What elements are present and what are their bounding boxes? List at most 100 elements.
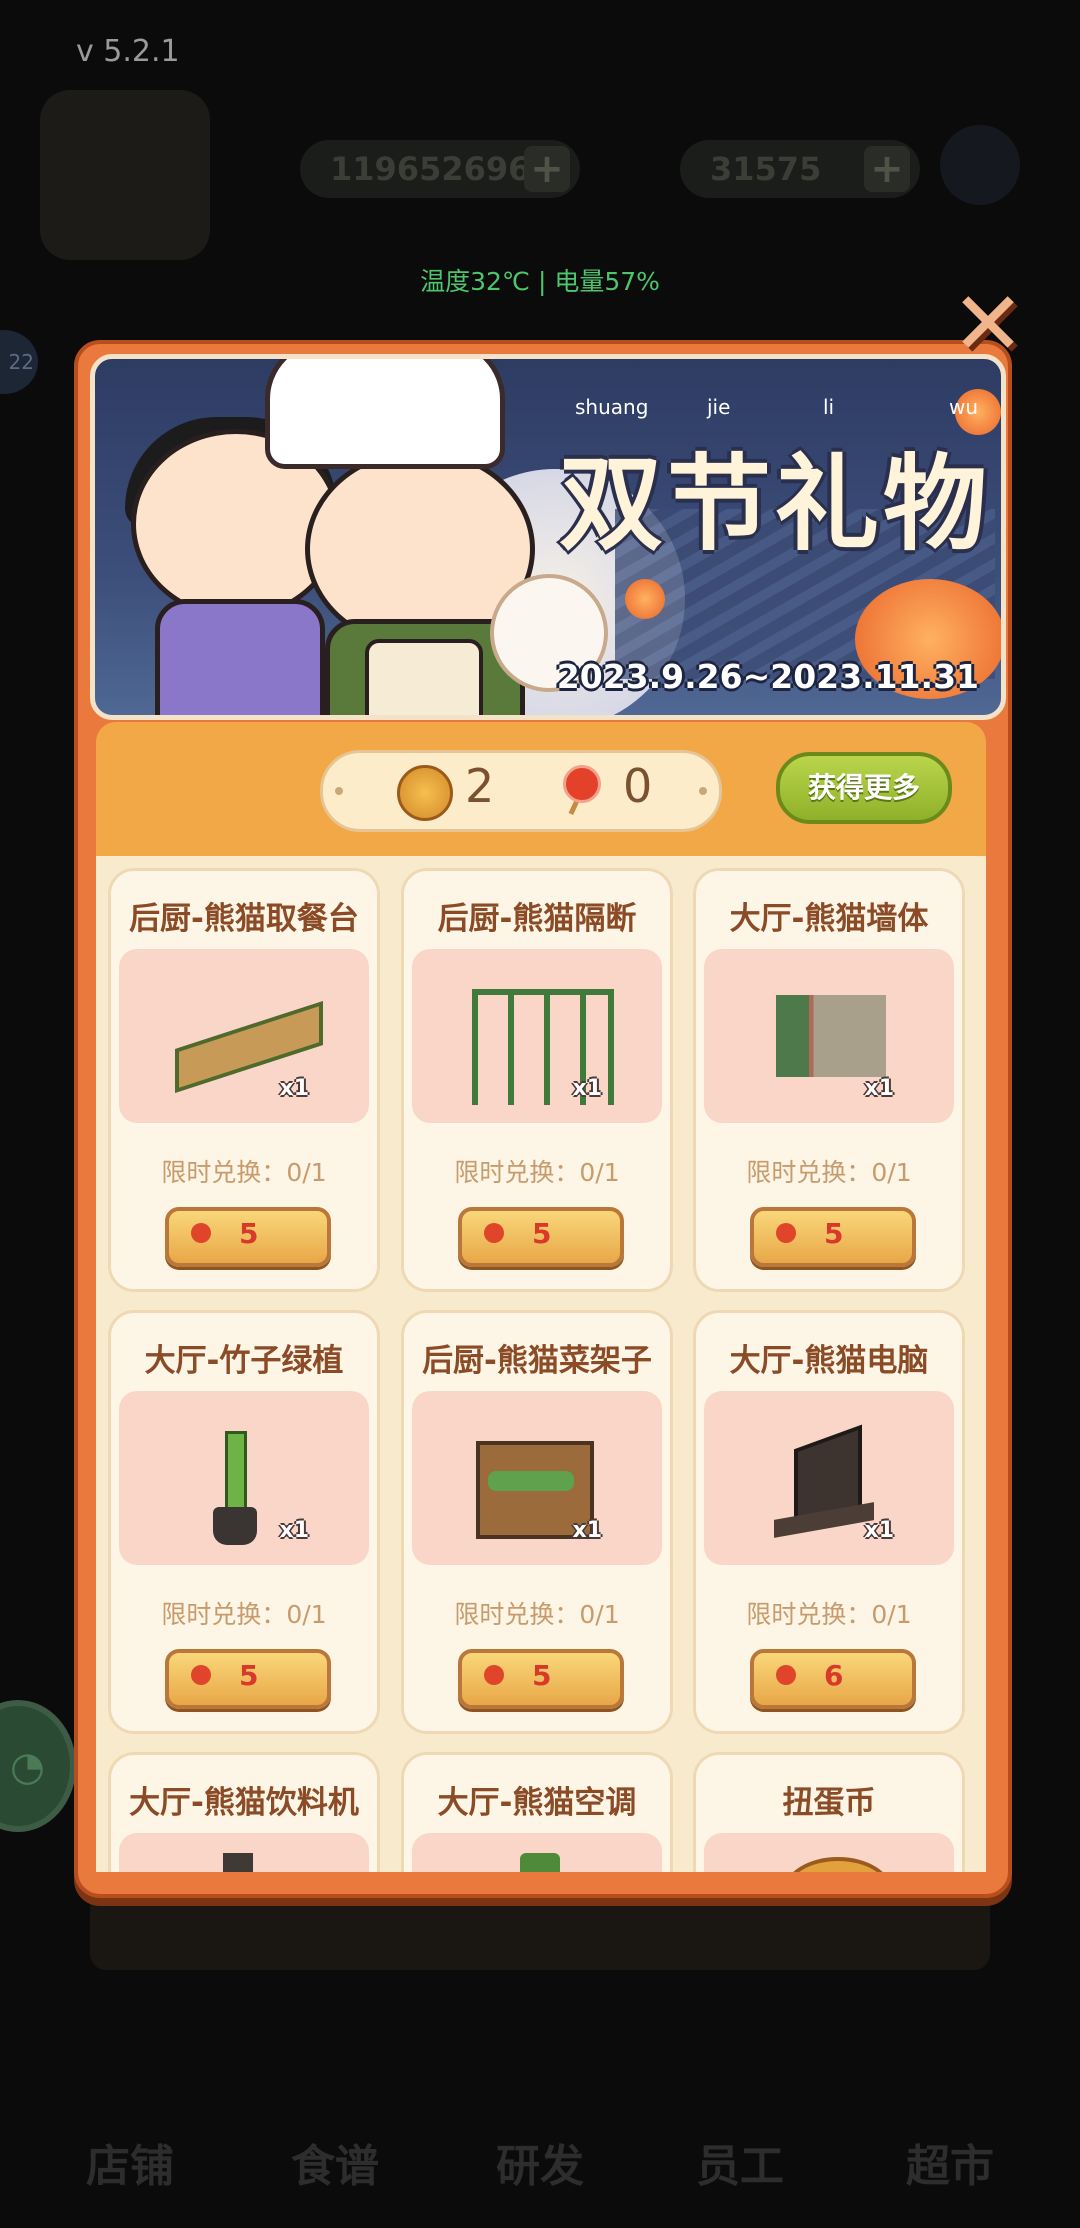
exchange-price: 5 xyxy=(532,1659,552,1692)
item-qty: x1 xyxy=(572,1076,603,1101)
exchange-limit: 限时兑换：0/1 xyxy=(746,1158,912,1187)
item-card: 大厅-熊猫饮料机 xyxy=(108,1752,380,1872)
candy-icon xyxy=(484,1223,504,1243)
exchange-button[interactable]: 5 xyxy=(165,1207,331,1267)
item-card: 后厨-熊猫隔断 x1 限时兑换：0/1 5 xyxy=(401,868,673,1292)
item-name: 大厅-熊猫饮料机 xyxy=(129,1785,359,1821)
event-date-range: 2023.9.26~2023.11.31 xyxy=(556,657,979,696)
lantern-icon xyxy=(625,579,665,619)
wall-icon xyxy=(776,995,886,1077)
mooncake-count: 2 xyxy=(465,759,495,813)
exchange-limit: 限时兑换：0/1 xyxy=(454,1158,620,1187)
item-image: x1 xyxy=(119,949,369,1123)
item-qty: x1 xyxy=(864,1076,895,1101)
exchange-button[interactable]: 6 xyxy=(750,1649,916,1709)
exchange-limit: 限时兑换：0/1 xyxy=(161,1600,327,1629)
gems-counter: 31575 + xyxy=(680,140,920,198)
air-conditioner-icon xyxy=(520,1853,560,1872)
item-card: 大厅-熊猫电脑 x1 限时兑换：0/1 6 xyxy=(693,1310,965,1734)
candy-count: 0 xyxy=(623,759,653,813)
exchange-limit: 限时兑换：0/1 xyxy=(746,1600,912,1629)
gift-dialog: shuang jie li wu 双节礼物 2023.9.26~2023.11.… xyxy=(74,280,1025,1898)
item-qty: x1 xyxy=(864,1518,895,1543)
currency-pill: 2 0 xyxy=(320,750,722,832)
drink-machine-icon xyxy=(223,1853,253,1872)
shop-avatar xyxy=(40,90,210,260)
item-card: 大厅-竹子绿植 x1 限时兑换：0/1 5 xyxy=(108,1310,380,1734)
exchange-limit: 限时兑换：0/1 xyxy=(161,1158,327,1187)
candy-icon xyxy=(776,1223,796,1243)
tab-shop: 店铺 xyxy=(86,2141,174,2192)
pinyin-3: li xyxy=(823,395,835,419)
tab-recipes: 食谱 xyxy=(291,2141,379,2192)
item-image xyxy=(704,1833,954,1872)
item-name: 后厨-熊猫菜架子 xyxy=(422,1343,652,1379)
item-image: x1 xyxy=(412,949,662,1123)
exchange-button[interactable]: 5 xyxy=(458,1207,624,1267)
item-image xyxy=(412,1833,662,1872)
pinyin-4: wu xyxy=(949,395,979,419)
candy-icon xyxy=(776,1665,796,1685)
add-gems-icon: + xyxy=(864,146,910,192)
exchange-price: 6 xyxy=(824,1659,844,1692)
candy-icon xyxy=(484,1665,504,1685)
item-qty: x1 xyxy=(279,1518,310,1543)
item-card: 扭蛋币 xyxy=(693,1752,965,1872)
pill-dot xyxy=(699,787,707,795)
exchange-price: 5 xyxy=(239,1659,259,1692)
exchange-button[interactable]: 5 xyxy=(165,1649,331,1709)
item-name: 大厅-熊猫电脑 xyxy=(729,1343,929,1379)
coins-counter: 119652696 + xyxy=(300,140,580,198)
close-icon[interactable]: ✕ xyxy=(948,280,1028,368)
item-image: x1 xyxy=(119,1391,369,1565)
exchange-limit: 限时兑换：0/1 xyxy=(454,1600,620,1629)
item-image: x1 xyxy=(704,949,954,1123)
pinyin-2: jie xyxy=(707,395,731,419)
bottom-nav: 店铺 食谱 研发 员工 超市 xyxy=(0,1990,1080,2228)
get-more-button[interactable]: 获得更多 xyxy=(776,752,952,824)
item-card: 大厅-熊猫墙体 x1 限时兑换：0/1 5 xyxy=(693,868,965,1292)
item-name: 后厨-熊猫取餐台 xyxy=(129,901,359,937)
add-coins-icon: + xyxy=(524,146,570,192)
item-card: 大厅-熊猫空调 xyxy=(401,1752,673,1872)
exchange-price: 5 xyxy=(239,1217,259,1250)
item-name: 大厅-竹子绿植 xyxy=(144,1343,344,1379)
device-status: 温度32℃ | 电量57% xyxy=(420,267,660,296)
exchange-button[interactable]: 5 xyxy=(458,1649,624,1709)
tab-supermarket: 超市 xyxy=(906,2141,994,2192)
item-name: 大厅-熊猫空调 xyxy=(437,1785,637,1821)
item-name: 后厨-熊猫隔断 xyxy=(437,901,637,937)
tab-research: 研发 xyxy=(496,2141,584,2192)
item-qty: x1 xyxy=(279,1076,310,1101)
gems-value: 31575 xyxy=(710,150,822,188)
coins-value: 119652696 xyxy=(330,150,531,188)
chef-apron xyxy=(365,639,483,715)
vegetables xyxy=(488,1471,574,1491)
item-image xyxy=(119,1833,369,1872)
level-badge: 22 xyxy=(0,330,38,394)
exchange-button[interactable]: 5 xyxy=(750,1207,916,1267)
event-banner: shuang jie li wu 双节礼物 2023.9.26~2023.11.… xyxy=(90,354,1006,720)
currency-bar: 2 0 获得更多 xyxy=(96,722,986,856)
item-grid: 后厨-熊猫取餐台 x1 限时兑换：0/1 5 后厨-熊猫隔断 x1 限时兑换：0… xyxy=(96,856,986,1872)
gacha-coin-icon xyxy=(784,1857,892,1872)
girl-body xyxy=(155,599,325,715)
exchange-price: 5 xyxy=(532,1217,552,1250)
item-image: x1 xyxy=(704,1391,954,1565)
version-label: v 5.2.1 xyxy=(76,34,180,69)
item-card: 后厨-熊猫菜架子 x1 限时兑换：0/1 5 xyxy=(401,1310,673,1734)
mooncake-icon xyxy=(397,765,453,821)
plant-pot xyxy=(213,1507,257,1545)
pill-dot xyxy=(335,787,343,795)
banner-title: 双节礼物 xyxy=(558,443,991,565)
gear-icon xyxy=(940,125,1020,205)
item-card: 后厨-熊猫取餐台 x1 限时兑换：0/1 5 xyxy=(108,868,380,1292)
item-name: 大厅-熊猫墙体 xyxy=(729,901,929,937)
tab-staff: 员工 xyxy=(696,2141,784,2192)
pinyin-1: shuang xyxy=(575,395,649,419)
wechat-icon: ◔ xyxy=(0,1700,76,1832)
item-image: x1 xyxy=(412,1391,662,1565)
item-qty: x1 xyxy=(572,1518,603,1543)
candy-icon xyxy=(191,1665,211,1685)
exchange-price: 5 xyxy=(824,1217,844,1250)
